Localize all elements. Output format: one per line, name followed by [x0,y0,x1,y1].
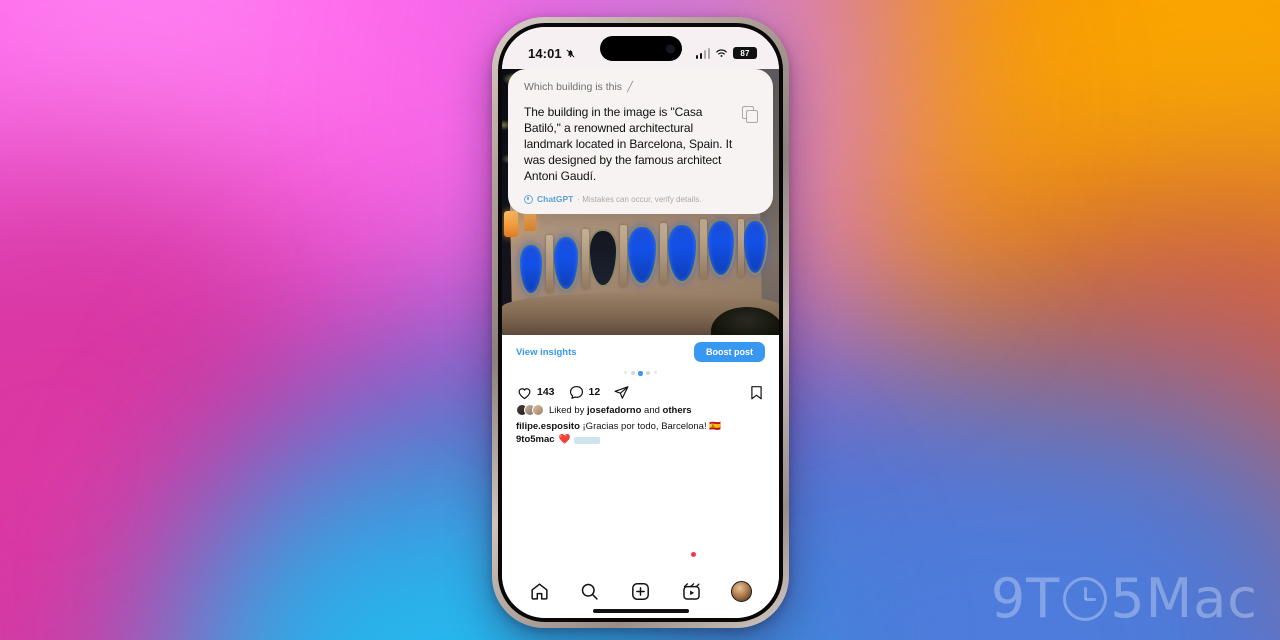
9to5mac-watermark: 9T 5Mac [991,572,1258,626]
clock-icon [1063,577,1108,621]
tab-create[interactable] [627,578,653,604]
liked-by-row[interactable]: Liked by josefadorno and others [516,404,765,417]
bone-column [546,235,553,293]
carousel-dots [502,368,779,381]
carousel-dot[interactable] [653,371,657,374]
share-paperplane-icon[interactable] [613,384,630,401]
chatgpt-answer-row: The building in the image is "Casa Batil… [524,104,758,184]
liked-by-middle: and [644,404,660,416]
bone-column [620,225,627,287]
comment-action[interactable]: 12 [568,384,601,401]
chatgpt-question-text: Which building is this [524,81,623,93]
notification-dot [691,552,697,557]
watermark-pre: 9T [990,567,1061,630]
avatar [532,404,544,417]
gradient-background: 14:01 87 Which building is this ╱ The bu… [0,0,1280,640]
liker-avatars [516,404,544,417]
front-camera-lens [665,44,675,53]
save-action[interactable] [748,384,765,401]
bone-column [700,219,707,279]
dynamic-island[interactable] [599,36,682,61]
carousel-dot-active[interactable] [638,371,643,376]
caption-text: ¡Gracias por todo, Barcelona! 🇪🇸 [582,420,722,432]
status-bar-left: 14:01 [528,46,576,61]
phone-bezel: 14:01 87 Which building is this ╱ The bu… [498,23,783,622]
chatgpt-footer: ChatGPT · Mistakes can occur, verify det… [524,194,757,204]
bone-column [738,219,744,277]
chatgpt-answer-text: The building in the image is "Casa Batil… [524,105,733,184]
post-actions-row: 143 12 [502,380,779,403]
caption-line-1: filipe.esposito ¡Gracias por todo, Barce… [516,420,765,433]
liked-by-text: Liked by josefadorno and others [549,404,692,417]
bookmark-icon[interactable] [748,384,765,401]
caption-line-2: 9to5mac ❤️ [516,433,765,446]
home-icon[interactable] [529,581,550,602]
caption2-username[interactable]: 9to5mac [516,433,555,446]
phone-screen: 14:01 87 Which building is this ╱ The bu… [502,27,779,618]
share-action[interactable] [613,384,630,401]
comment-icon[interactable] [568,384,585,401]
pencil-icon[interactable]: ╱ [627,82,633,93]
bone-column [582,229,589,289]
liked-by-username[interactable]: josefadorno [587,405,641,416]
carousel-dot[interactable] [646,371,651,375]
chatgpt-question-row[interactable]: Which building is this ╱ [524,81,757,93]
cellular-signal-icon [695,47,710,59]
chatgpt-logo-icon [524,194,533,204]
iphone-device-frame: 14:01 87 Which building is this ╱ The bu… [492,17,789,628]
wifi-icon [716,49,727,57]
create-icon[interactable] [630,581,651,602]
carousel-dot[interactable] [630,371,635,375]
view-insights-link[interactable]: View insights [516,347,577,358]
caption-username[interactable]: filipe.esposito [516,421,580,432]
caption-block: Liked by josefadorno and others filipe.e… [502,402,779,447]
chatgpt-response-card[interactable]: Which building is this ╱ The building in… [508,69,773,215]
bone-column [660,223,667,285]
profile-avatar[interactable] [731,580,753,602]
watermark-post: 5Mac [1110,567,1258,630]
caption2-text: ❤️ [558,434,571,446]
battery-indicator: 87 [733,47,757,59]
tab-search[interactable] [577,578,603,604]
home-indicator[interactable] [592,609,689,613]
copy-icon[interactable] [742,106,758,123]
like-count: 143 [537,386,555,398]
chatgpt-brand-label: ChatGPT [537,194,574,205]
bell-slash-icon [566,49,575,57]
comment-count: 12 [588,386,601,398]
heart-icon[interactable] [516,384,533,401]
chatgpt-disclaimer: · Mistakes can occur, verify details. [577,194,702,204]
liked-by-prefix: Liked by [549,404,585,416]
boost-post-button[interactable]: Boost post [694,342,765,362]
insights-row: View insights Boost post [502,335,779,368]
status-bar-right: 87 [695,47,757,59]
tab-home[interactable] [526,578,552,604]
carousel-dot[interactable] [624,371,628,374]
status-bar-time: 14:01 [528,45,562,61]
lit-window [504,211,518,237]
caption2-redacted-bar [574,436,601,444]
tab-profile[interactable] [729,578,755,604]
tab-reels[interactable] [678,552,704,604]
search-icon[interactable] [579,581,600,602]
like-action[interactable]: 143 [516,384,555,401]
liked-by-others[interactable]: others [663,405,692,416]
reels-icon[interactable] [681,581,702,602]
